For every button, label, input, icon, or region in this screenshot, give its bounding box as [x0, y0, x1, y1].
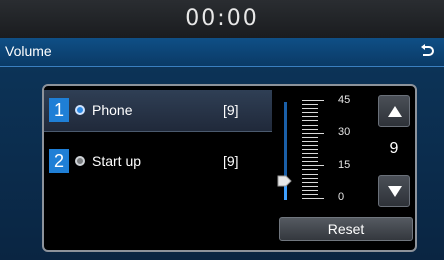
- reset-button[interactable]: Reset: [279, 217, 413, 241]
- scale-tick: [302, 112, 318, 114]
- scale-tick: [302, 144, 318, 146]
- scale-tick: [302, 157, 318, 159]
- item-value: [9]: [223, 153, 239, 169]
- title-bar: Volume: [0, 38, 444, 67]
- scale-tick: [302, 153, 318, 155]
- item-number: 1: [49, 98, 69, 122]
- content-area: 1 Phone [9] 2 Start up [9] 45 30 15 0 9 …: [0, 67, 444, 260]
- scale-tick: [302, 189, 318, 191]
- scale-tick: [302, 149, 318, 150]
- list-item-phone[interactable]: 1 Phone [9]: [44, 90, 272, 132]
- item-label: Start up: [92, 153, 142, 169]
- scale-tick: [302, 169, 318, 171]
- scale-tick: [302, 165, 324, 167]
- radio-icon: [75, 156, 85, 166]
- scale-tick: [302, 140, 318, 142]
- scale-tick: [302, 132, 324, 134]
- scale-tick: [302, 104, 318, 106]
- scale-tick: [302, 120, 318, 122]
- scale-tick: [302, 161, 318, 163]
- volume-slider-knob[interactable]: [277, 174, 292, 187]
- item-number: 2: [49, 149, 69, 173]
- screen: 00:00 Volume 1 Phone [9] 2 Start up [9]: [0, 0, 444, 260]
- status-bar: 00:00: [0, 0, 444, 38]
- scale-tick: [302, 128, 318, 130]
- slider-knob-icon: [277, 175, 292, 187]
- clock: 00:00: [185, 6, 259, 31]
- item-label: Phone: [92, 102, 133, 118]
- scale-tick: [302, 116, 318, 118]
- triangle-down-icon: [388, 186, 402, 197]
- volume-value: 9: [389, 140, 399, 157]
- scale-label-min: 0: [338, 191, 345, 203]
- volume-up-button[interactable]: [378, 95, 410, 127]
- triangle-up-icon: [388, 106, 402, 117]
- scale-tick: [302, 193, 318, 195]
- volume-panel: 1 Phone [9] 2 Start up [9] 45 30 15 0 9 …: [42, 84, 417, 252]
- volume-down-button[interactable]: [378, 175, 410, 207]
- scale-tick: [302, 177, 318, 179]
- scale-tick: [302, 173, 318, 175]
- scale-tick: [302, 108, 318, 110]
- scale-label: 15: [338, 159, 351, 171]
- scale-tick: [302, 181, 318, 183]
- scale-tick: [302, 124, 318, 126]
- back-button[interactable]: [404, 38, 444, 66]
- back-arrow-icon: [421, 44, 434, 56]
- scale-tick: [302, 136, 318, 138]
- scale-label: 30: [338, 126, 351, 138]
- radio-selected-icon: [75, 105, 85, 115]
- scale-tick: [302, 100, 324, 101]
- page-title: Volume: [5, 43, 52, 59]
- list-item-startup[interactable]: 2 Start up [9]: [44, 141, 272, 183]
- scale-tick: [302, 198, 324, 199]
- item-value: [9]: [223, 102, 239, 118]
- volume-scale: [302, 100, 324, 199]
- scale-tick: [302, 185, 318, 187]
- scale-label-max: 45: [338, 94, 351, 106]
